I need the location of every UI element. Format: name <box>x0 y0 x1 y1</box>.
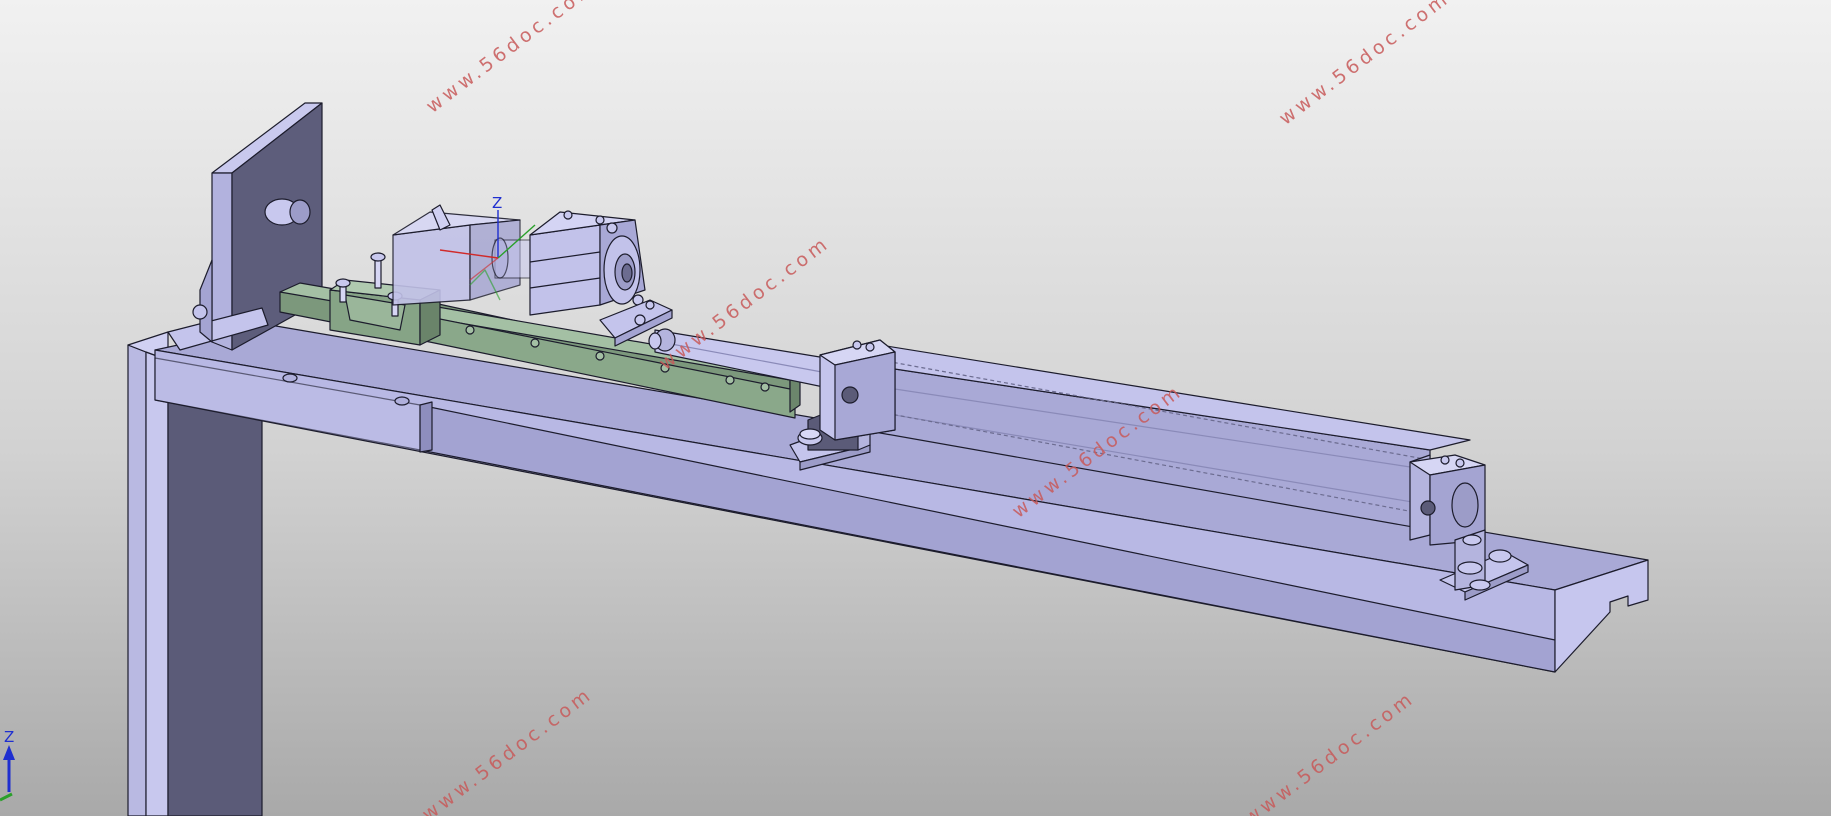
rear-end-cap[interactable] <box>1409 454 1486 546</box>
gripper-block[interactable] <box>392 204 536 306</box>
cad-assembly-model[interactable]: Z Z <box>0 0 1831 816</box>
front-end-cap[interactable] <box>819 339 896 441</box>
local-axis-z-label: Z <box>492 194 502 212</box>
axis-compass[interactable]: Z <box>0 728 15 802</box>
compass-z-label: Z <box>4 728 14 746</box>
compact-cylinder[interactable] <box>529 210 646 316</box>
3d-viewport[interactable]: Z Z www.56doc.com www.56doc.com www.56do… <box>0 0 1831 816</box>
